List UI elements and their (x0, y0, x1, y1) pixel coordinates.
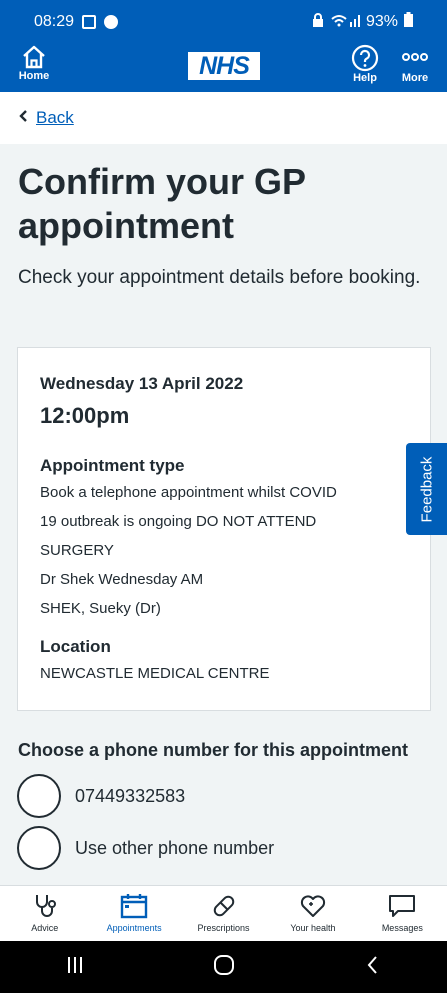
nav-label-advice: Advice (31, 923, 59, 933)
nhs-logo: NHS (188, 52, 260, 80)
feedback-label: Feedback (418, 456, 435, 522)
battery-percent: 93% (365, 13, 398, 30)
status-time: 08:29 (34, 13, 75, 30)
phone-question: Choose a phone number for this appointme… (18, 740, 409, 760)
appointment-type-line: Book a telephone appointment whilst COVI… (40, 484, 337, 501)
calendar-icon (120, 892, 148, 923)
stethoscope-icon (31, 892, 59, 923)
nav-label-appointments: Appointments (106, 923, 162, 933)
other-phone-option-label: Use other phone number (75, 837, 275, 858)
home-label: Home (18, 70, 50, 82)
nav-item-appointments[interactable]: Appointments (89, 886, 178, 941)
phone-option-radio[interactable] (17, 774, 61, 818)
appointment-type-heading: Appointment type (40, 456, 185, 475)
home-icon (21, 44, 47, 70)
location-heading: Location (40, 637, 111, 656)
heart-icon (299, 892, 327, 923)
other-phone-option-radio[interactable] (17, 826, 61, 870)
appointment-type-line: 19 outbreak is ongoing DO NOT ATTEND (40, 513, 317, 530)
appointment-type-line: SURGERY (40, 542, 114, 559)
facebook-notification-icon (104, 15, 119, 29)
lock-icon (312, 12, 324, 32)
appointment-time: 12:00pm (40, 403, 130, 428)
appointment-date: Wednesday 13 April 2022 (40, 374, 244, 393)
system-nav-bar (0, 941, 447, 993)
feedback-tab[interactable]: Feedback (406, 443, 447, 535)
other-phone-option-row[interactable]: Use other phone number (17, 826, 274, 870)
appointment-type-line: Dr Shek Wednesday AM (40, 571, 204, 588)
back-bar: Back (0, 92, 447, 144)
back-link[interactable]: Back (18, 108, 74, 128)
nav-item-your-health[interactable]: Your health (268, 886, 357, 941)
page-lead: Check your appointment details before bo… (18, 267, 421, 288)
recent-apps-icon[interactable] (63, 953, 87, 982)
message-icon (388, 892, 416, 923)
app-header: Home NHS Help More (0, 44, 447, 92)
nav-item-advice[interactable]: Advice (0, 886, 89, 941)
back-label: Back (36, 108, 74, 127)
help-button[interactable]: Help (348, 44, 382, 92)
nav-item-messages[interactable]: Messages (358, 886, 447, 941)
location-value: NEWCASTLE MEDICAL CENTRE (40, 665, 270, 682)
nav-item-prescriptions[interactable]: Prescriptions (179, 886, 268, 941)
more-button[interactable]: More (398, 44, 432, 92)
pill-icon (210, 892, 238, 923)
chevron-left-icon (18, 108, 28, 128)
phone-option-label: 07449332583 (75, 785, 186, 806)
more-dots-icon (400, 44, 430, 72)
battery-icon (404, 12, 413, 32)
phone-option-row[interactable]: 07449332583 (17, 774, 185, 818)
nav-label-prescriptions: Prescriptions (197, 923, 250, 933)
home-button[interactable]: Home (16, 44, 52, 92)
gallery-notification-icon (82, 15, 97, 29)
home-system-icon[interactable] (212, 953, 236, 982)
page-title: Confirm your GP appointment (18, 161, 306, 246)
back-system-icon[interactable] (361, 953, 385, 982)
wifi-signal-icon (330, 13, 360, 32)
help-icon (351, 44, 379, 72)
nav-label-messages: Messages (381, 923, 423, 933)
help-label: Help (353, 72, 377, 84)
status-bar: 08:29 93% (0, 0, 447, 44)
nav-label-your-health: Your health (290, 923, 336, 933)
bottom-nav: Advice Appointments Prescriptions Your h… (0, 885, 447, 941)
appointment-card: Wednesday 13 April 2022 12:00pm Appointm… (17, 347, 431, 711)
appointment-type-line: SHEK, Sueky (Dr) (40, 600, 161, 617)
more-label: More (401, 72, 429, 84)
